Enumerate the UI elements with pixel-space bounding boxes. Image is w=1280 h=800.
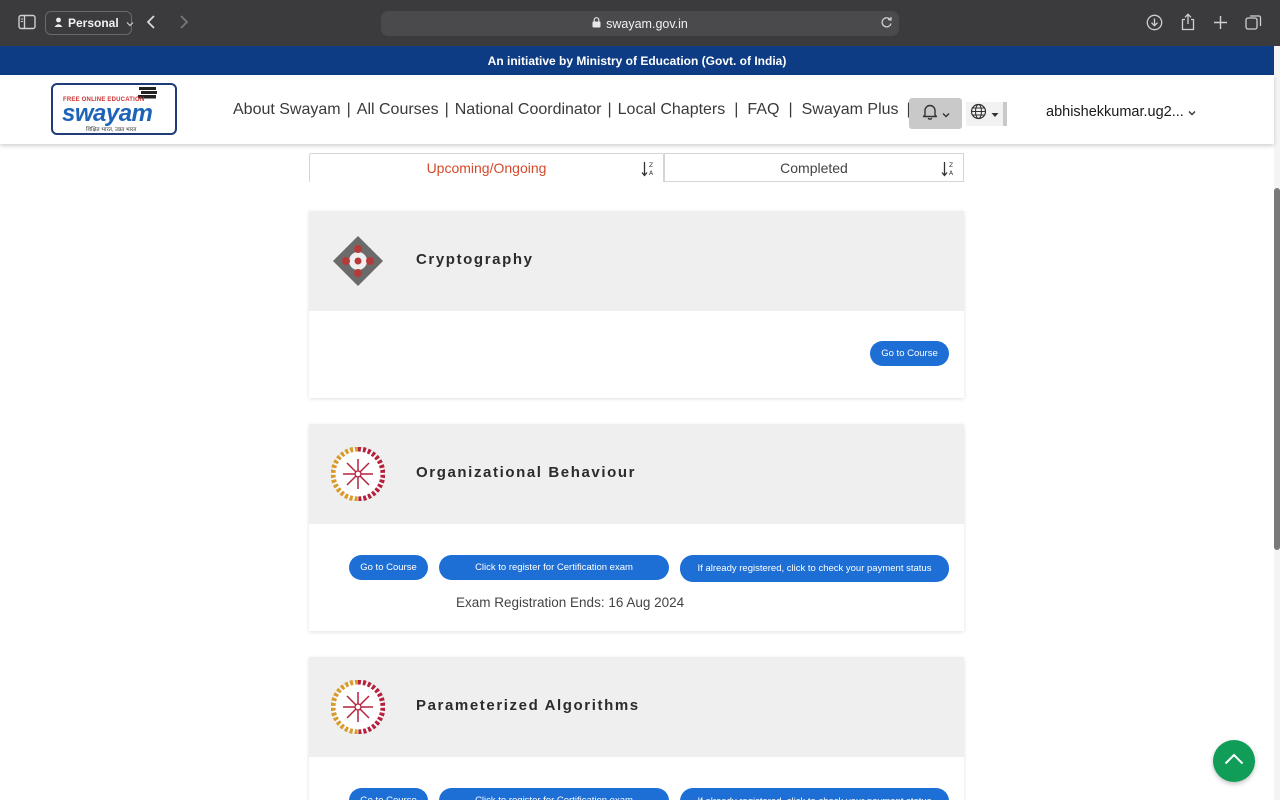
- nav-faq[interactable]: FAQ: [747, 101, 779, 119]
- nav-separator: |: [346, 100, 351, 118]
- nav-national-coordinator[interactable]: National Coordinator: [455, 101, 602, 119]
- course-tabs: Upcoming/Ongoing ZA Completed ZA: [309, 153, 964, 182]
- language-button[interactable]: [966, 102, 1007, 126]
- chevron-down-icon: [942, 105, 950, 123]
- browser-toolbar: Personal swayam.gov.in: [0, 0, 1280, 46]
- register-certification-button[interactable]: Click to register for Certification exam: [439, 555, 669, 580]
- go-to-course-button[interactable]: Go to Course: [349, 555, 428, 580]
- sidebar-toggle-icon[interactable]: [18, 14, 36, 30]
- course-card-body: Go to Course Click to register for Certi…: [309, 757, 964, 800]
- payment-status-button[interactable]: If already registered, click to check yo…: [680, 788, 949, 800]
- chevron-down-icon: [1188, 104, 1196, 120]
- course-title[interactable]: Cryptography: [416, 251, 534, 268]
- sort-alpha-icon[interactable]: ZA: [641, 161, 655, 180]
- banner-text: An initiative by Ministry of Education (…: [487, 53, 787, 68]
- register-certification-button[interactable]: Click to register for Certification exam: [439, 788, 669, 800]
- back-icon[interactable]: [146, 14, 156, 30]
- url-text: swayam.gov.in: [606, 16, 688, 31]
- payment-status-button[interactable]: If already registered, click to check yo…: [680, 555, 949, 582]
- course-card: Cryptography Go to Course: [309, 211, 964, 398]
- chevron-up-icon: [1224, 752, 1244, 770]
- download-icon[interactable]: [1146, 14, 1163, 31]
- profile-label: Personal: [68, 16, 119, 30]
- sort-alpha-icon[interactable]: ZA: [941, 161, 955, 180]
- notifications-button[interactable]: [909, 98, 962, 129]
- share-icon[interactable]: [1180, 13, 1196, 31]
- caret-down-icon: [991, 105, 999, 123]
- user-name: abhishekkumar.ug2...: [1046, 104, 1184, 120]
- forward-icon[interactable]: [179, 14, 189, 30]
- lock-icon: [592, 16, 601, 31]
- exam-registration-deadline: Exam Registration Ends: 16 Aug 2024: [456, 595, 685, 610]
- institute-emblem-icon: [333, 236, 383, 286]
- nav-separator: |: [788, 100, 793, 118]
- go-to-course-button[interactable]: Go to Course: [349, 788, 428, 800]
- tab-label: Completed: [780, 159, 848, 176]
- course-card-header: Cryptography: [309, 211, 964, 311]
- nav-about-swayam[interactable]: About Swayam: [233, 101, 341, 119]
- tab-label: Upcoming/Ongoing: [426, 160, 547, 176]
- profile-switcher[interactable]: Personal: [45, 11, 134, 35]
- nav-separator: |: [734, 100, 739, 118]
- course-card: Organizational Behaviour Go to Course Cl…: [309, 424, 964, 631]
- scrollbar-thumb[interactable]: [1274, 188, 1280, 550]
- course-title[interactable]: Parameterized Algorithms: [416, 697, 640, 714]
- user-menu[interactable]: abhishekkumar.ug2...: [1046, 104, 1196, 120]
- back-to-top-button[interactable]: [1213, 740, 1255, 782]
- tab-overview-icon[interactable]: [1245, 14, 1262, 31]
- address-bar[interactable]: swayam.gov.in: [381, 11, 899, 36]
- course-card: Parameterized Algorithms Go to Course Cl…: [309, 657, 964, 800]
- svg-text:Z: Z: [949, 162, 953, 169]
- course-card-header: Organizational Behaviour: [309, 424, 964, 524]
- globe-icon: [970, 103, 987, 125]
- nav-separator: |: [444, 100, 449, 118]
- main-nav: About Swayam | All Courses | National Co…: [233, 75, 919, 144]
- institute-emblem-icon: [331, 680, 385, 734]
- logo-wordmark: swayam: [62, 100, 153, 127]
- svg-text:A: A: [649, 170, 654, 177]
- bell-icon: [922, 103, 938, 125]
- site-header: FREE ONLINE EDUCATION swayam शिक्षित भार…: [0, 75, 1274, 144]
- svg-text:A: A: [949, 170, 954, 177]
- svg-text:Z: Z: [649, 162, 653, 169]
- nav-local-chapters[interactable]: Local Chapters: [618, 101, 726, 119]
- tab-completed[interactable]: Completed ZA: [664, 153, 964, 182]
- reload-icon[interactable]: [880, 16, 893, 32]
- nav-all-courses[interactable]: All Courses: [357, 101, 439, 119]
- person-icon: [54, 16, 63, 30]
- initiative-banner: An initiative by Ministry of Education (…: [0, 46, 1274, 75]
- institute-emblem-icon: [331, 447, 385, 501]
- go-to-course-button[interactable]: Go to Course: [870, 341, 949, 366]
- logo-subtitle: शिक्षित भारत, उन्नत भारत: [86, 127, 137, 133]
- tab-upcoming-ongoing[interactable]: Upcoming/Ongoing ZA: [309, 153, 664, 182]
- chevron-down-icon: [126, 16, 134, 30]
- new-tab-icon[interactable]: [1213, 15, 1228, 30]
- course-title[interactable]: Organizational Behaviour: [416, 464, 636, 481]
- swayam-logo[interactable]: FREE ONLINE EDUCATION swayam शिक्षित भार…: [51, 83, 177, 135]
- course-card-header: Parameterized Algorithms: [309, 657, 964, 757]
- course-card-body: Go to Course Click to register for Certi…: [309, 524, 964, 631]
- nav-swayam-plus[interactable]: Swayam Plus: [802, 101, 899, 119]
- course-card-body: Go to Course: [309, 311, 964, 398]
- nav-separator: |: [607, 100, 612, 118]
